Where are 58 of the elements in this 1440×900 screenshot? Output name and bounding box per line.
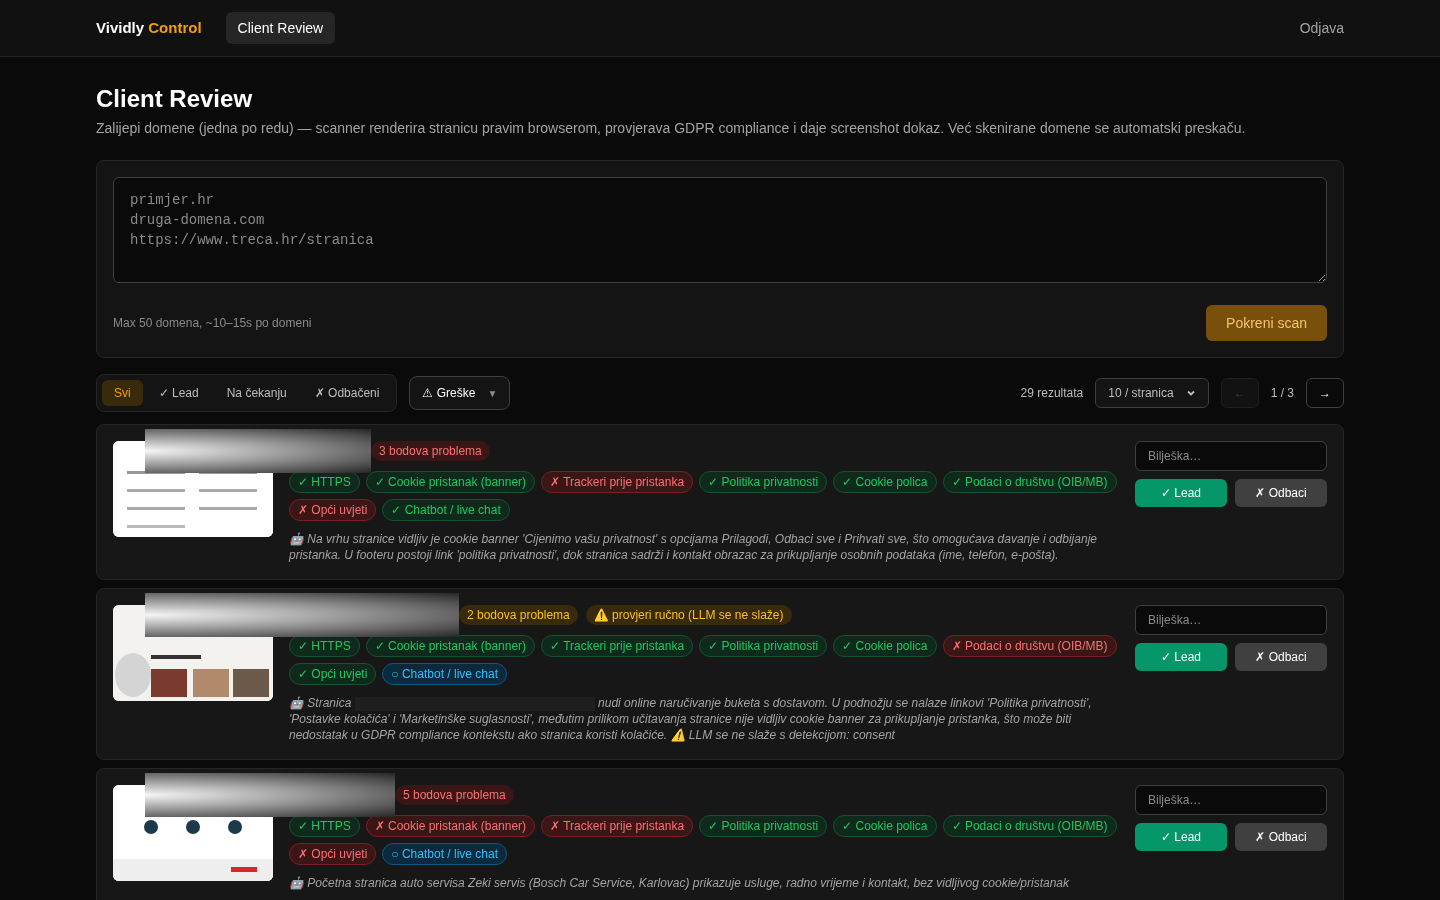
check-chip: ✗ Opći uvjeti bbox=[289, 843, 377, 865]
reject-button[interactable]: ✗ Odbaci bbox=[1235, 823, 1327, 851]
page-subtitle: Zalijepi domene (jedna po redu) — scanner renderira stranicu pravim browserom, provjerava GDPR compliance i daje screenshot dokaz. Već skenirane domene se automatski preskaču. bbox=[96, 119, 1247, 138]
scan-hint: Max 50 domena, ~10–15s po domeni bbox=[113, 315, 312, 332]
lead-button[interactable]: ✓ Lead bbox=[1135, 643, 1227, 671]
check-chip: ✓ Politika privatnosti bbox=[699, 635, 828, 657]
check-chip: ✓ Politika privatnosti bbox=[699, 471, 828, 493]
check-chip: ✗ Trackeri prije pristanka bbox=[541, 815, 694, 837]
note-field[interactable]: Bilješka… bbox=[1135, 605, 1327, 635]
start-scan-button[interactable]: Pokreni scan bbox=[1206, 305, 1327, 341]
issue-badge: ⚠ provjeri ručno (LLM se ne slaže) bbox=[585, 605, 792, 625]
check-chip: ✓ HTTPS bbox=[289, 635, 360, 657]
check-chip: ✓ HTTPS bbox=[289, 471, 360, 493]
issue-badge: 5 bodova problema bbox=[395, 785, 514, 805]
scan-summary: 🤖 Na vrhu stranice vidljiv je cookie banner 'Cijenimo vašu privatnost' s opcijama Prilagodi, Odbaci sve i Prihvati sve, što omogućava davanje i odbijanje pristanka. U footeru postoji link 'politika privatnosti', dok stranica sadrži i kontakt obrazac za prikupljanje osobnih podataka (ime, telefon, e-pošta). bbox=[289, 531, 1098, 563]
issue-badge: 3 bodova problema bbox=[371, 441, 490, 461]
nav-tab[interactable]: Client Review bbox=[225, 12, 336, 44]
check-chip: ✓ Opći uvjeti bbox=[289, 663, 377, 685]
lead-button[interactable]: ✓ Lead bbox=[1135, 823, 1227, 851]
scan-summary: 🤖 Stranica nudi online naručivanje buketa s dostavom. U podnožju se nalaze linkovi 'Politika privatnosti', 'Postavke kolačića' i 'Marketinške suglasnosti', međutim prilikom učitavanja stranice nije vidljiv cookie banner za prikupljanje pristanka, što može biti nedostatak u GDPR compliance kontekstu ako stranica koristi kolačiće. ⚠ LLM se ne slaže s detekcijom: consent bbox=[289, 695, 1093, 743]
results-count: 29 rezultata bbox=[1020, 385, 1084, 402]
errors-dropdown[interactable]: ⚠ Greške ▼ bbox=[409, 376, 511, 410]
check-chip: ✓ Cookie polica bbox=[833, 815, 937, 837]
check-chip: ✓ Cookie pristanak (banner) bbox=[365, 471, 536, 493]
issue-badge: 2 bodova problema bbox=[459, 605, 578, 625]
domains-field[interactable]: primjer.hr druga-domena.com https://www.treca.hr/stranica bbox=[113, 177, 1327, 283]
check-chip: ○ Chatbot / live chat bbox=[382, 843, 507, 865]
scan-summary: 🤖 Početna stranica auto servisa Zeki servis (Bosch Car Service, Karlovac) prikazuje usluge, radno vrijeme i kontakt, bez vidljivog cookie/pristanak bbox=[289, 875, 1070, 891]
next-page-button[interactable]: → bbox=[1306, 378, 1344, 408]
lead-button[interactable]: ✓ Lead bbox=[1135, 479, 1227, 507]
note-field[interactable]: Bilješka… bbox=[1135, 441, 1327, 471]
check-chip: ✓ Cookie pristanak (banner) bbox=[365, 635, 536, 657]
reject-button[interactable]: ✗ Odbaci bbox=[1235, 643, 1327, 671]
check-chip: ✓ Cookie polica bbox=[833, 635, 937, 657]
check-chip: ✗ Opći uvjeti bbox=[289, 499, 377, 521]
check-chip: ✓ Chatbot / live chat bbox=[382, 499, 510, 521]
page-title: Client Review bbox=[96, 84, 254, 114]
check-chip: ○ Chatbot / live chat bbox=[382, 663, 507, 685]
check-chip: ✓ Politika privatnosti bbox=[699, 815, 828, 837]
brand-logo[interactable]: Vividly Control bbox=[96, 16, 202, 40]
filter-tab[interactable]: ✓ Lead bbox=[146, 380, 211, 406]
logout-link[interactable]: Odjava bbox=[1299, 17, 1344, 39]
check-chip: ✗ Podaci o društvu (OIB/MB) bbox=[942, 635, 1117, 657]
check-chip: ✗ Cookie pristanak (banner) bbox=[365, 815, 536, 837]
check-chip: ✓ Cookie polica bbox=[833, 471, 937, 493]
check-chip: ✓ HTTPS bbox=[289, 815, 360, 837]
check-chip: ✗ Trackeri prije pristanka bbox=[541, 471, 694, 493]
page-size-select[interactable]: 10 / stranica bbox=[1095, 378, 1209, 408]
check-chip: ✓ Trackeri prije pristanka bbox=[541, 635, 694, 657]
check-chip: ✓ Podaci o društvu (OIB/MB) bbox=[942, 815, 1117, 837]
reject-button[interactable]: ✗ Odbaci bbox=[1235, 479, 1327, 507]
note-field[interactable]: Bilješka… bbox=[1135, 785, 1327, 815]
filter-tab[interactable]: Svi bbox=[102, 380, 143, 406]
filter-tab[interactable]: ✗ Odbačeni bbox=[302, 380, 392, 406]
filter-tab[interactable]: Na čekanju bbox=[214, 380, 299, 406]
chevron-down-icon bbox=[1185, 388, 1196, 398]
check-chip: ✓ Podaci o društvu (OIB/MB) bbox=[942, 471, 1117, 493]
page-indicator: 1 / 3 bbox=[1270, 385, 1294, 402]
